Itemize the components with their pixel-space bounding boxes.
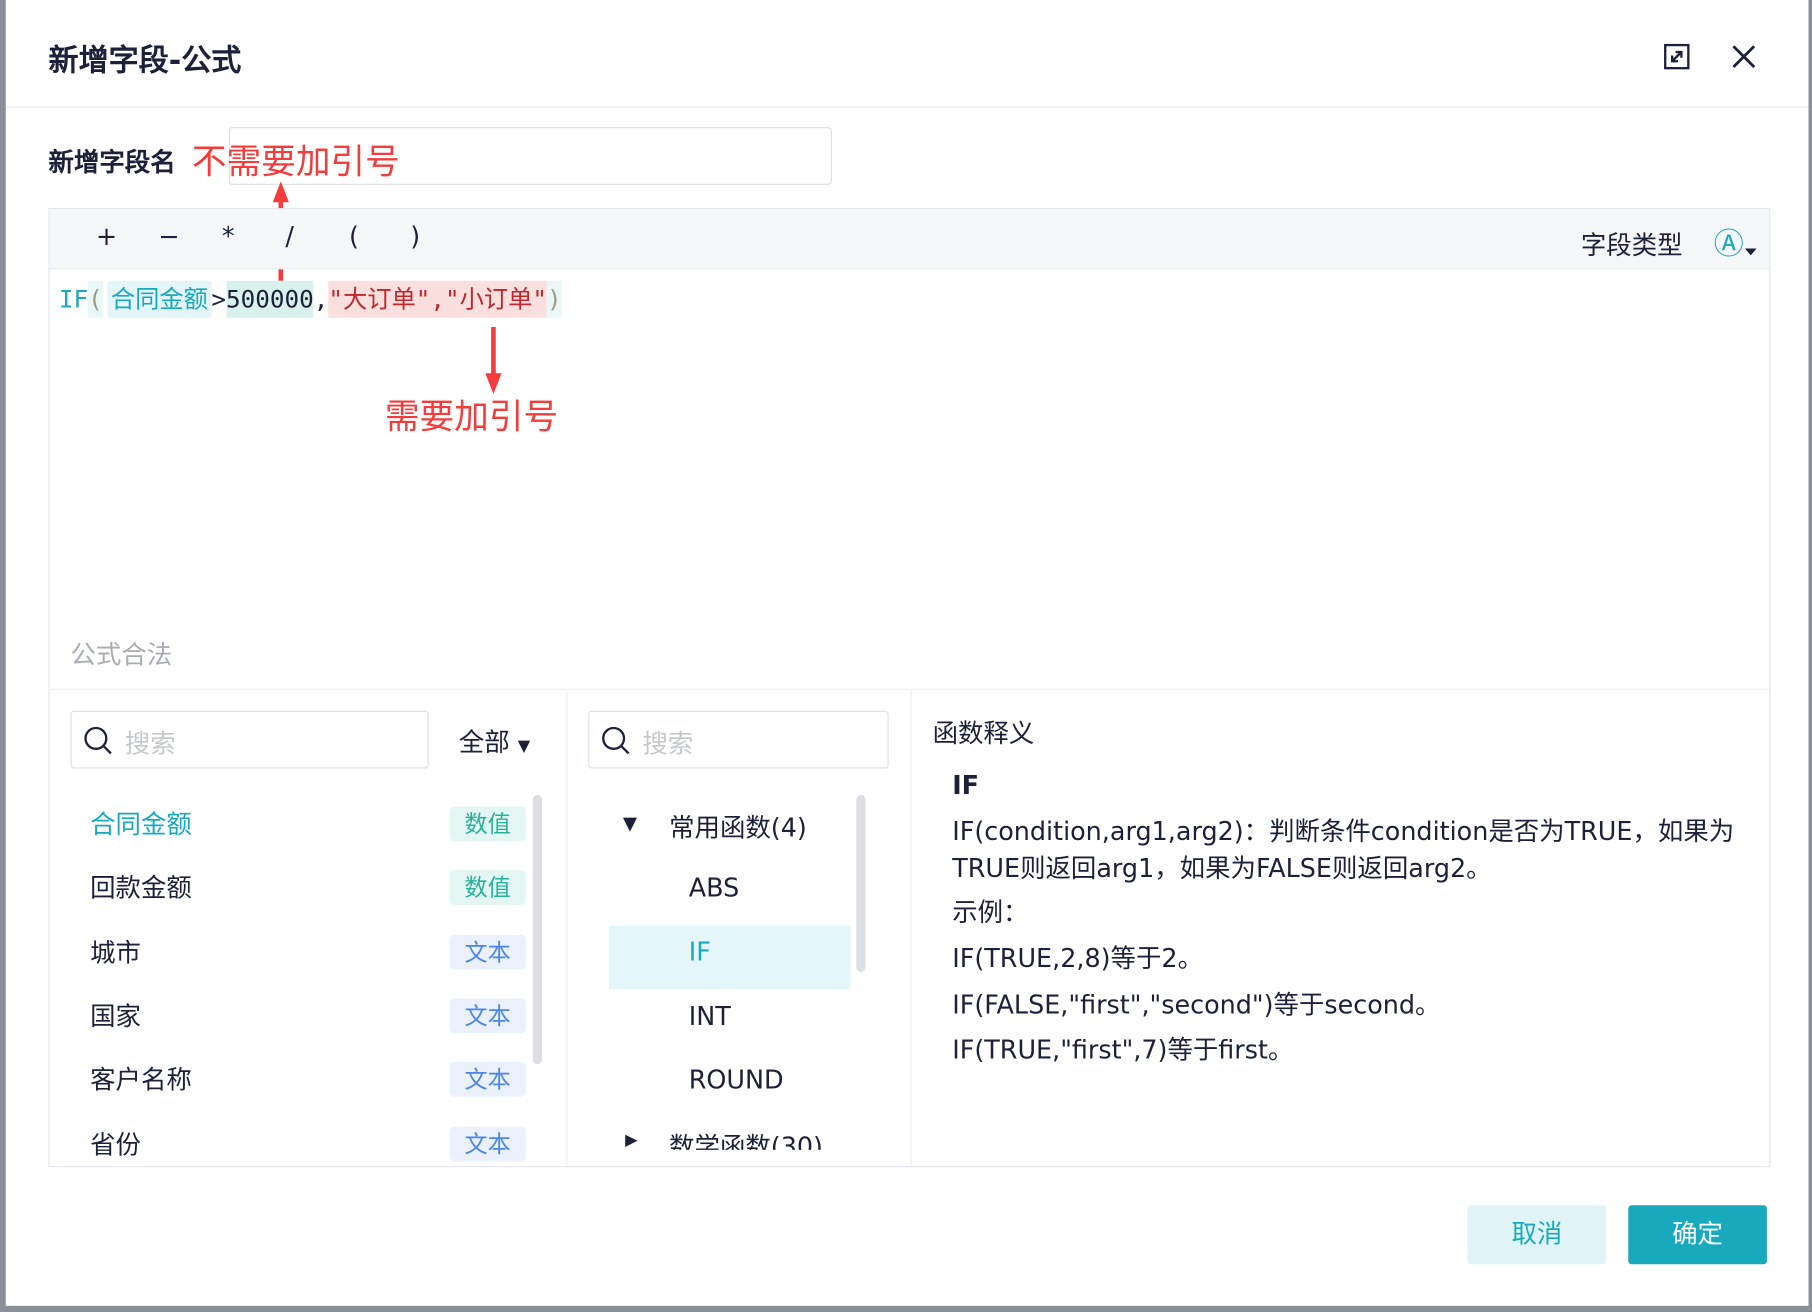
explanation-heading: 函数释义	[932, 719, 1035, 749]
field-name-label: 新增字段名	[48, 149, 176, 178]
annotation-no-quotes: 不需要加引号	[191, 142, 400, 183]
function-search-input[interactable]: 搜索	[588, 710, 889, 769]
field-item[interactable]: 客户名称	[90, 1060, 192, 1097]
formula-paren: (	[88, 280, 103, 318]
cancel-button[interactable]: 取消	[1467, 1205, 1607, 1265]
op-minus[interactable]: −	[158, 223, 179, 252]
field-type-tag: 文本	[449, 1061, 526, 1097]
field-item[interactable]: 省份	[90, 1124, 141, 1161]
annotation-needs-quotes: 需要加引号	[384, 397, 559, 438]
field-type-tag: 文本	[449, 934, 526, 970]
function-item-selected[interactable]	[609, 925, 851, 990]
formula-text[interactable]: IF ( 合同金额 > 500000 , "大订单","小订单" )	[58, 280, 562, 318]
ok-button[interactable]: 确定	[1628, 1205, 1767, 1265]
formula-comma: ,	[313, 285, 329, 314]
field-item[interactable]: 国家	[90, 996, 141, 1033]
close-icon[interactable]	[1730, 43, 1758, 71]
formula-editor[interactable]: + − * / ( ) 字段类型 Ⓐ IF ( 合同金额 > 500000 , …	[48, 208, 1771, 1169]
op-right-paren[interactable]: )	[410, 223, 420, 252]
op-plus[interactable]: +	[96, 223, 117, 252]
field-type-tag: 文本	[449, 998, 526, 1034]
op-left-paren[interactable]: (	[349, 223, 359, 252]
field-search-input[interactable]: 搜索	[70, 710, 429, 769]
caret-right-icon[interactable]: ▶	[625, 1131, 637, 1149]
function-group[interactable]: 数学函数(30)	[669, 1127, 823, 1150]
explanation-body: IF(condition,arg1,arg2)：判断条件condition是否为…	[952, 818, 1735, 1066]
formula-paren: )	[546, 280, 562, 318]
explanation-function-name: IF	[952, 771, 980, 801]
formula-status: 公式合法	[70, 641, 173, 671]
field-type-icon[interactable]: Ⓐ	[1714, 221, 1744, 264]
field-item[interactable]: 合同金额	[90, 804, 192, 841]
caret-down-icon: ▼	[517, 737, 531, 756]
divider	[49, 688, 1770, 690]
formula-dialog: 新增字段-公式 新增字段名 不需要加引号 + − * / ( ) 字段类型 Ⓐ …	[5, 0, 1809, 1306]
field-type-tag: 文本	[449, 1126, 526, 1162]
function-item[interactable]: IF	[689, 938, 711, 967]
formula-func: IF	[58, 285, 89, 314]
expand-icon[interactable]	[1663, 43, 1691, 71]
function-list-scrollbar[interactable]	[856, 795, 866, 972]
search-icon	[84, 726, 112, 755]
field-item[interactable]: 城市	[90, 933, 141, 970]
formula-operator: >	[211, 285, 227, 314]
field-item[interactable]: 回款金额	[90, 868, 192, 905]
field-type-tag: 数值	[449, 806, 526, 842]
function-item[interactable]: ABS	[689, 875, 740, 904]
function-item[interactable]: ROUND	[689, 1067, 784, 1096]
op-divide[interactable]: /	[285, 223, 294, 252]
function-item[interactable]: INT	[689, 1003, 731, 1032]
divider	[5, 106, 1809, 108]
field-filter-dropdown[interactable]: 全部 ▼	[459, 722, 530, 759]
formula-number: 500000	[226, 280, 314, 318]
formula-strings: "大订单","小订单"	[328, 280, 547, 318]
annotation-arrow-down	[485, 327, 502, 395]
dialog-title: 新增字段-公式	[48, 43, 242, 79]
search-icon	[602, 726, 630, 755]
op-multiply[interactable]: *	[222, 223, 235, 252]
field-list-scrollbar[interactable]	[532, 795, 542, 1065]
caret-down-icon[interactable]	[1744, 248, 1757, 256]
caret-down-icon[interactable]: ▼	[623, 812, 637, 834]
formula-field-token[interactable]: 合同金额	[107, 280, 212, 318]
operator-toolbar: + − * / ( ) 字段类型 Ⓐ	[49, 209, 1770, 270]
field-type-label: 字段类型	[1580, 232, 1683, 262]
field-type-tag: 数值	[449, 870, 526, 905]
function-group[interactable]: 常用函数(4)	[669, 808, 807, 845]
